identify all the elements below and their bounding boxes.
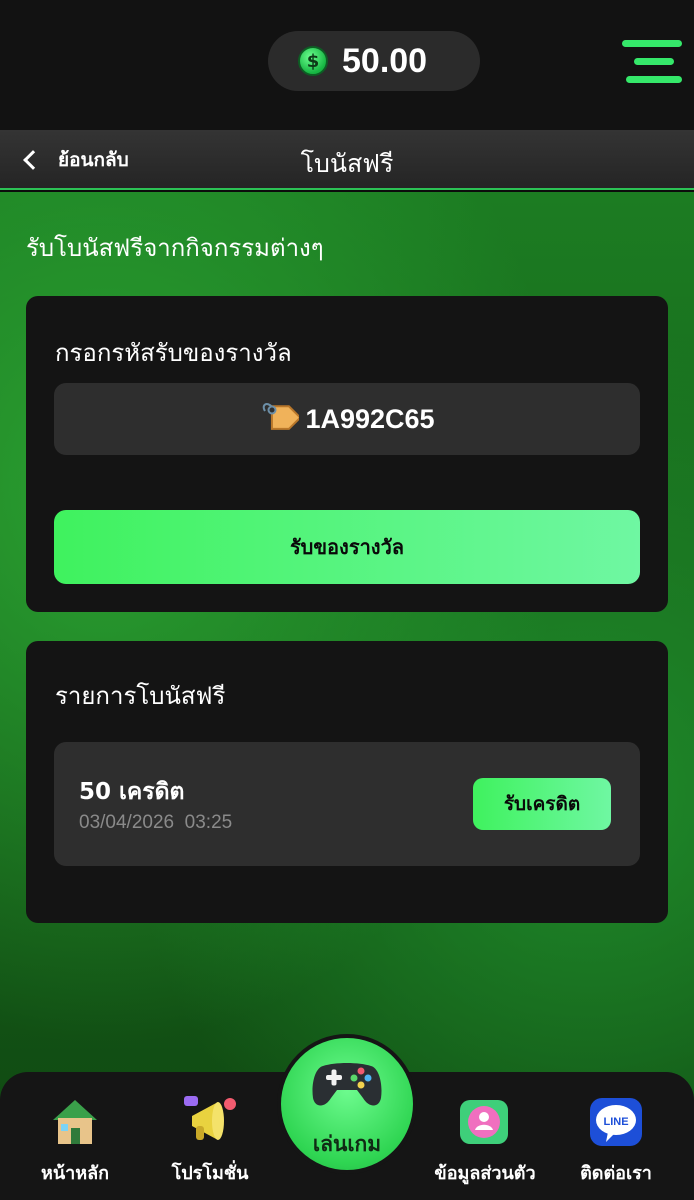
redeem-code-field[interactable]: 1A992C65: [54, 383, 640, 455]
redeem-card: กรอกรหัสรับของรางวัล 1A992C65 รับของรางว…: [26, 296, 668, 612]
nav-item-contact[interactable]: LINE ติดต่อเรา: [560, 1072, 694, 1200]
line-chat-icon: LINE: [588, 1094, 644, 1150]
coin-icon: $: [298, 46, 328, 76]
redeem-title: กรอกรหัสรับของรางวัล: [55, 339, 292, 367]
claim-reward-button[interactable]: รับของรางวัล: [54, 510, 640, 584]
bonus-amount: 50 เครดิต: [79, 779, 185, 805]
top-bar: $ 50.00: [0, 0, 694, 130]
play-game-button[interactable]: เล่นเกม: [277, 1034, 417, 1174]
nav-label-contact: ติดต่อเรา: [580, 1163, 652, 1184]
page-subtitle: รับโบนัสฟรีจากกิจกรรมต่างๆ: [26, 234, 324, 262]
house-icon: [47, 1094, 103, 1150]
nav-label-promotion: โปรโมชั่น: [171, 1163, 249, 1184]
bonus-list-title: รายการโบนัสฟรี: [55, 682, 226, 710]
balance-pill[interactable]: $ 50.00: [268, 31, 480, 91]
redeem-code-value: 1A992C65: [305, 403, 435, 434]
bonus-list-card: รายการโบนัสฟรี 50 เครดิต 03/04/2026 03:2…: [26, 641, 668, 923]
list-item: 50 เครดิต 03/04/2026 03:25 รับเครดิต: [54, 742, 640, 866]
play-game-label: เล่นเกม: [312, 1132, 382, 1156]
price-tag-icon: [259, 399, 303, 439]
megaphone-icon: [182, 1094, 238, 1150]
hamburger-menu-icon[interactable]: [620, 40, 684, 84]
nav-item-promotion[interactable]: โปรโมชั่น: [140, 1072, 280, 1200]
profile-icon: [456, 1094, 512, 1150]
page-title: โบนัสฟรี: [300, 149, 394, 178]
page-header: ย้อนกลับ โบนัสฟรี: [0, 130, 694, 190]
line-icon-text: LINE: [603, 1116, 628, 1128]
nav-item-home[interactable]: หน้าหลัก: [0, 1072, 150, 1200]
gamepad-icon: [312, 1063, 382, 1106]
claim-credit-button[interactable]: รับเครดิต: [473, 778, 611, 830]
balance-value: 50.00: [342, 41, 428, 80]
bonus-datetime: 03/04/2026 03:25: [79, 812, 233, 833]
